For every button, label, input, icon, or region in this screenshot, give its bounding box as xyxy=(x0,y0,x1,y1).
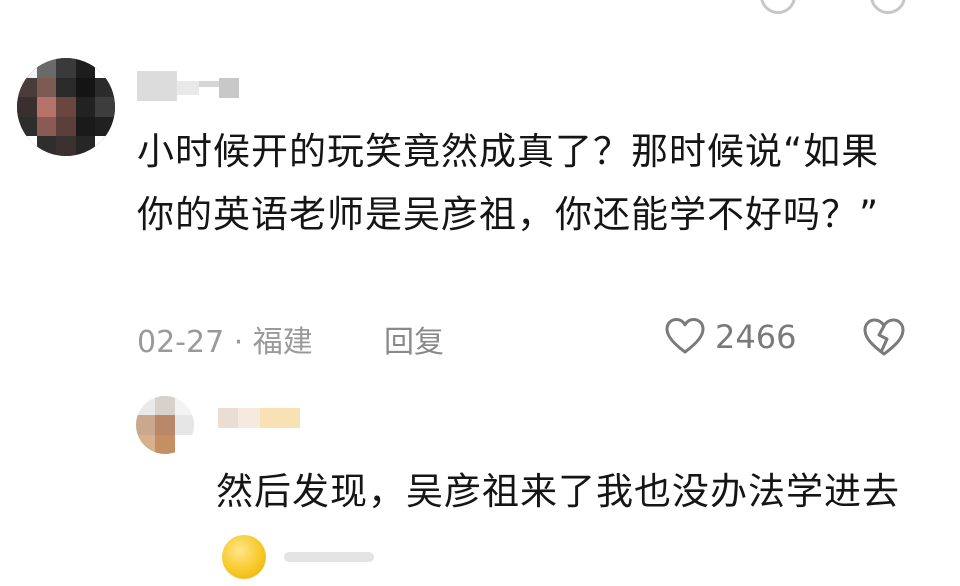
trailing-blurred-content xyxy=(284,551,374,562)
reply-text: 然后发现，吴彦祖来了我也没办法学进去 xyxy=(216,460,936,586)
broken-heart-icon[interactable] xyxy=(862,317,906,359)
heart-outline-icon xyxy=(665,318,705,354)
reply-avatar[interactable] xyxy=(136,396,194,454)
reply-username-blurred[interactable] xyxy=(218,408,302,428)
like-button[interactable]: 2466 xyxy=(665,312,796,362)
reply-button[interactable]: 回复 xyxy=(384,317,444,361)
sweat-smile-emoji-icon xyxy=(222,534,266,579)
comment-meta-row: 02-27 · 福建 回复 2466 xyxy=(137,312,917,362)
comment-date-location: 02-27 · 福建 xyxy=(137,325,313,360)
username-blurred[interactable] xyxy=(137,65,242,101)
avatar-mosaic xyxy=(17,58,115,156)
heart-icon[interactable] xyxy=(760,0,796,14)
previous-comment-meta-row xyxy=(0,0,960,18)
reply-text-content: 然后发现，吴彦祖来了我也没办法学进去 xyxy=(216,470,900,513)
broken-heart-icon[interactable] xyxy=(870,0,906,14)
like-count: 2466 xyxy=(715,318,797,356)
reply-avatar-mosaic xyxy=(136,396,194,454)
avatar[interactable] xyxy=(17,58,115,156)
comment-text: 小时候开的玩笑竟然成真了？那时候说“如果你的英语老师是吴彦祖，你还能学不好吗？” xyxy=(137,130,880,236)
